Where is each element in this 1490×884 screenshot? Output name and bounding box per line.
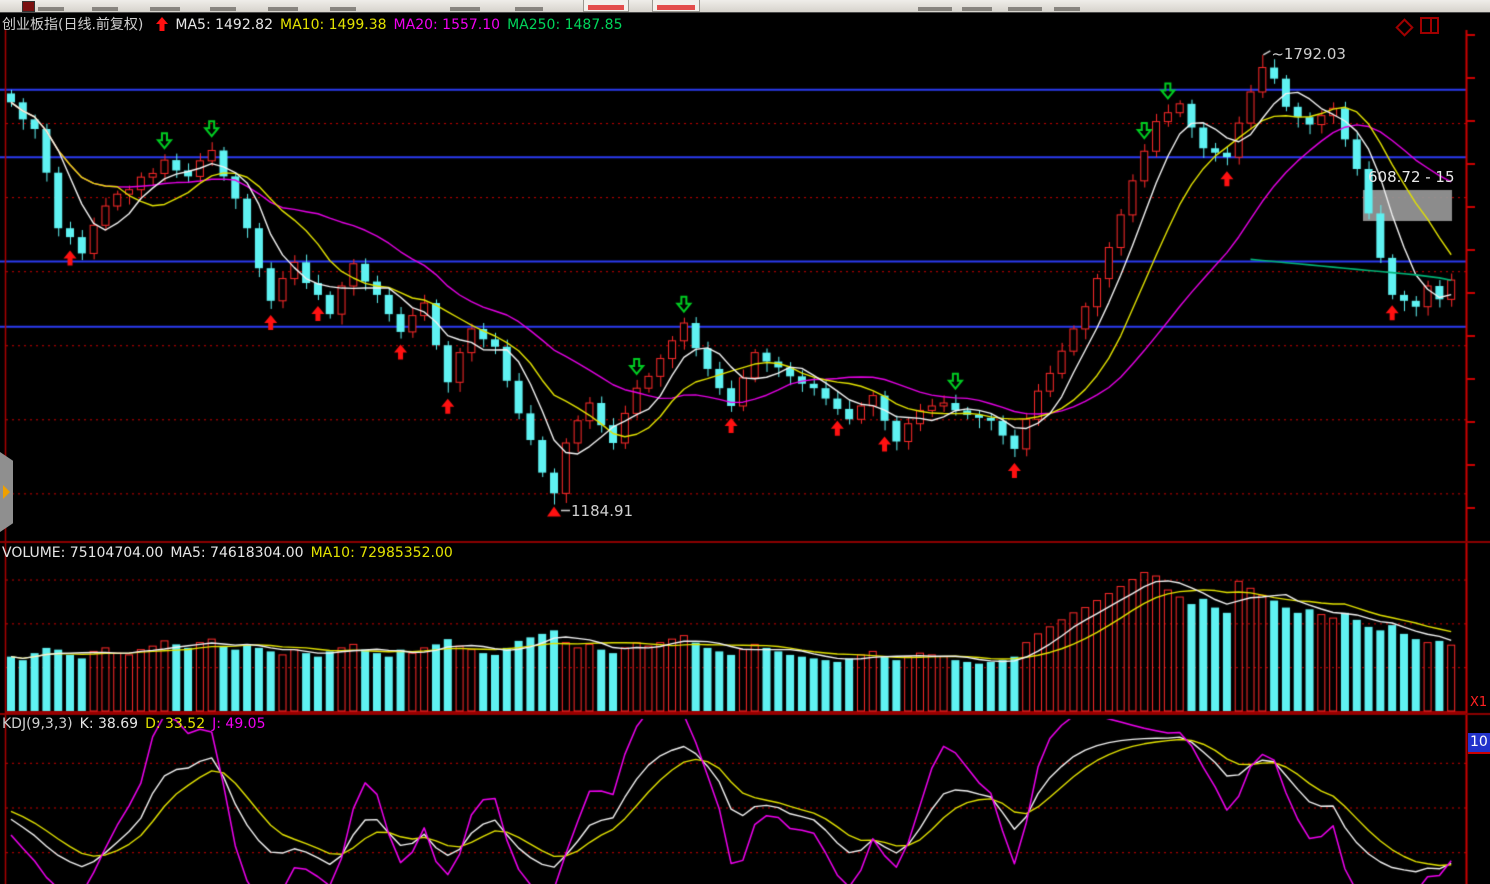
price-range-tooltip: 608.72 - 15 [1368, 168, 1455, 186]
low-price-label: 1184.91 [571, 502, 633, 520]
volume-ma10-value: MA10: 72985352.00 [311, 545, 453, 561]
ma250-value: MA250: 1487.85 [507, 17, 622, 33]
ma20-value: MA20: 1557.10 [394, 17, 501, 33]
split-window-icon[interactable] [1420, 17, 1439, 34]
expand-arrow-icon [3, 485, 10, 499]
app-icon [22, 1, 35, 12]
volume-ma5-value: MA5: 74618304.00 [170, 545, 303, 561]
kdj-d-value: D: 33.52 [145, 716, 205, 732]
sidebar-expand-handle[interactable] [0, 452, 13, 532]
kdj-j-value: J: 49.05 [212, 716, 265, 732]
instrument-title: 创业板指(日线.前复权) [2, 17, 143, 33]
top-menubar[interactable] [0, 0, 1490, 13]
up-arrow-icon [156, 17, 168, 35]
ma5-value: MA5: 1492.82 [175, 17, 273, 33]
volume-header: VOLUME: 75104704.00 MA5: 74618304.00 MA10:… [2, 545, 460, 561]
kdj-header: KDJ(9,3,3) K: 38.69 D: 33.52 J: 49.05 [2, 716, 272, 732]
trading-app-window: 创业板指(日线.前复权) MA5: 1492.82 MA10: 1499.38 MA2… [0, 0, 1490, 884]
volume-value: VOLUME: 75104704.00 [2, 545, 163, 561]
chart-canvas[interactable] [0, 0, 1490, 884]
main-chart-header: 创业板指(日线.前复权) MA5: 1492.82 MA10: 1499.38 MA2… [2, 14, 630, 35]
kdj-indicator-label: KDJ(9,3,3) [2, 716, 73, 732]
volume-scale-label[interactable]: X1 [1470, 695, 1487, 710]
kdj-k-value: K: 38.69 [80, 716, 138, 732]
kdj-scale-label: 10 [1468, 733, 1490, 754]
ma10-value: MA10: 1499.38 [280, 17, 387, 33]
high-price-label: ~1792.03 [1271, 45, 1346, 63]
